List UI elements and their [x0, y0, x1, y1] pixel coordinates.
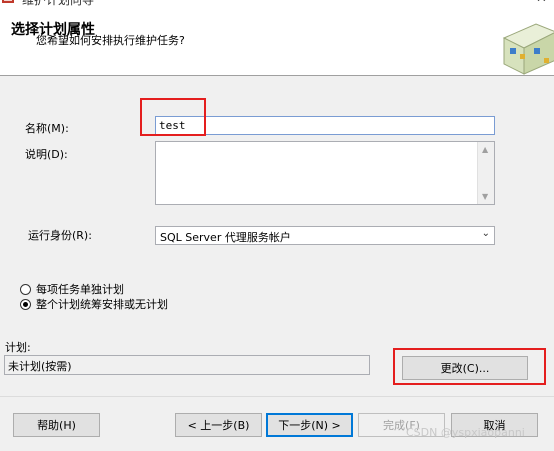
- page-subtitle: 您希望如何安排执行维护任务?: [36, 34, 185, 47]
- back-button[interactable]: < 上一步(B): [175, 413, 262, 437]
- wizard-banner-icon: [502, 23, 554, 75]
- run-as-select[interactable]: SQL Server 代理服务帐户 ⌄: [155, 226, 495, 245]
- radio-separate-label: 每项任务单独计划: [36, 283, 124, 296]
- radio-single-schedule[interactable]: [20, 299, 31, 310]
- radio-single-label: 整个计划统筹安排或无计划: [36, 298, 168, 311]
- name-label: 名称(M):: [25, 122, 69, 135]
- schedule-field: 未计划(按需): [4, 355, 370, 375]
- chevron-down-icon: ⌄: [481, 228, 490, 239]
- scroll-up-icon[interactable]: ▲: [482, 145, 488, 154]
- watermark: CSDN @yspxiaopanni: [406, 426, 525, 439]
- run-as-value: SQL Server 代理服务帐户: [160, 231, 291, 244]
- maintenance-plan-wizard-window: 维护计划向导 ✕ 选择计划属性 您希望如何安排执行维护任务? 名称(M): te…: [0, 0, 554, 451]
- next-button[interactable]: 下一步(N) >: [266, 413, 353, 437]
- title-bar: 维护计划向导 ✕: [0, 0, 554, 9]
- schedule-label: 计划:: [5, 341, 31, 354]
- description-label: 说明(D):: [25, 148, 68, 161]
- description-scrollbar[interactable]: ▲ ▼: [477, 142, 494, 204]
- radio-separate-schedules[interactable]: [20, 284, 31, 295]
- wizard-header: 选择计划属性 您希望如何安排执行维护任务?: [0, 9, 554, 76]
- help-button[interactable]: 帮助(H): [13, 413, 100, 437]
- wizard-footer: 帮助(H) < 上一步(B) 下一步(N) > 完成(F) 取消: [0, 396, 554, 451]
- app-icon: [2, 0, 14, 3]
- run-as-label: 运行身份(R):: [28, 229, 92, 242]
- window-title: 维护计划向导: [22, 0, 95, 7]
- change-highlight-box: [393, 348, 546, 385]
- description-field[interactable]: ▲ ▼: [155, 141, 495, 205]
- close-icon[interactable]: ✕: [536, 0, 547, 6]
- name-highlight-box: [140, 98, 206, 136]
- scroll-down-icon[interactable]: ▼: [482, 192, 488, 201]
- name-field[interactable]: test: [155, 116, 495, 135]
